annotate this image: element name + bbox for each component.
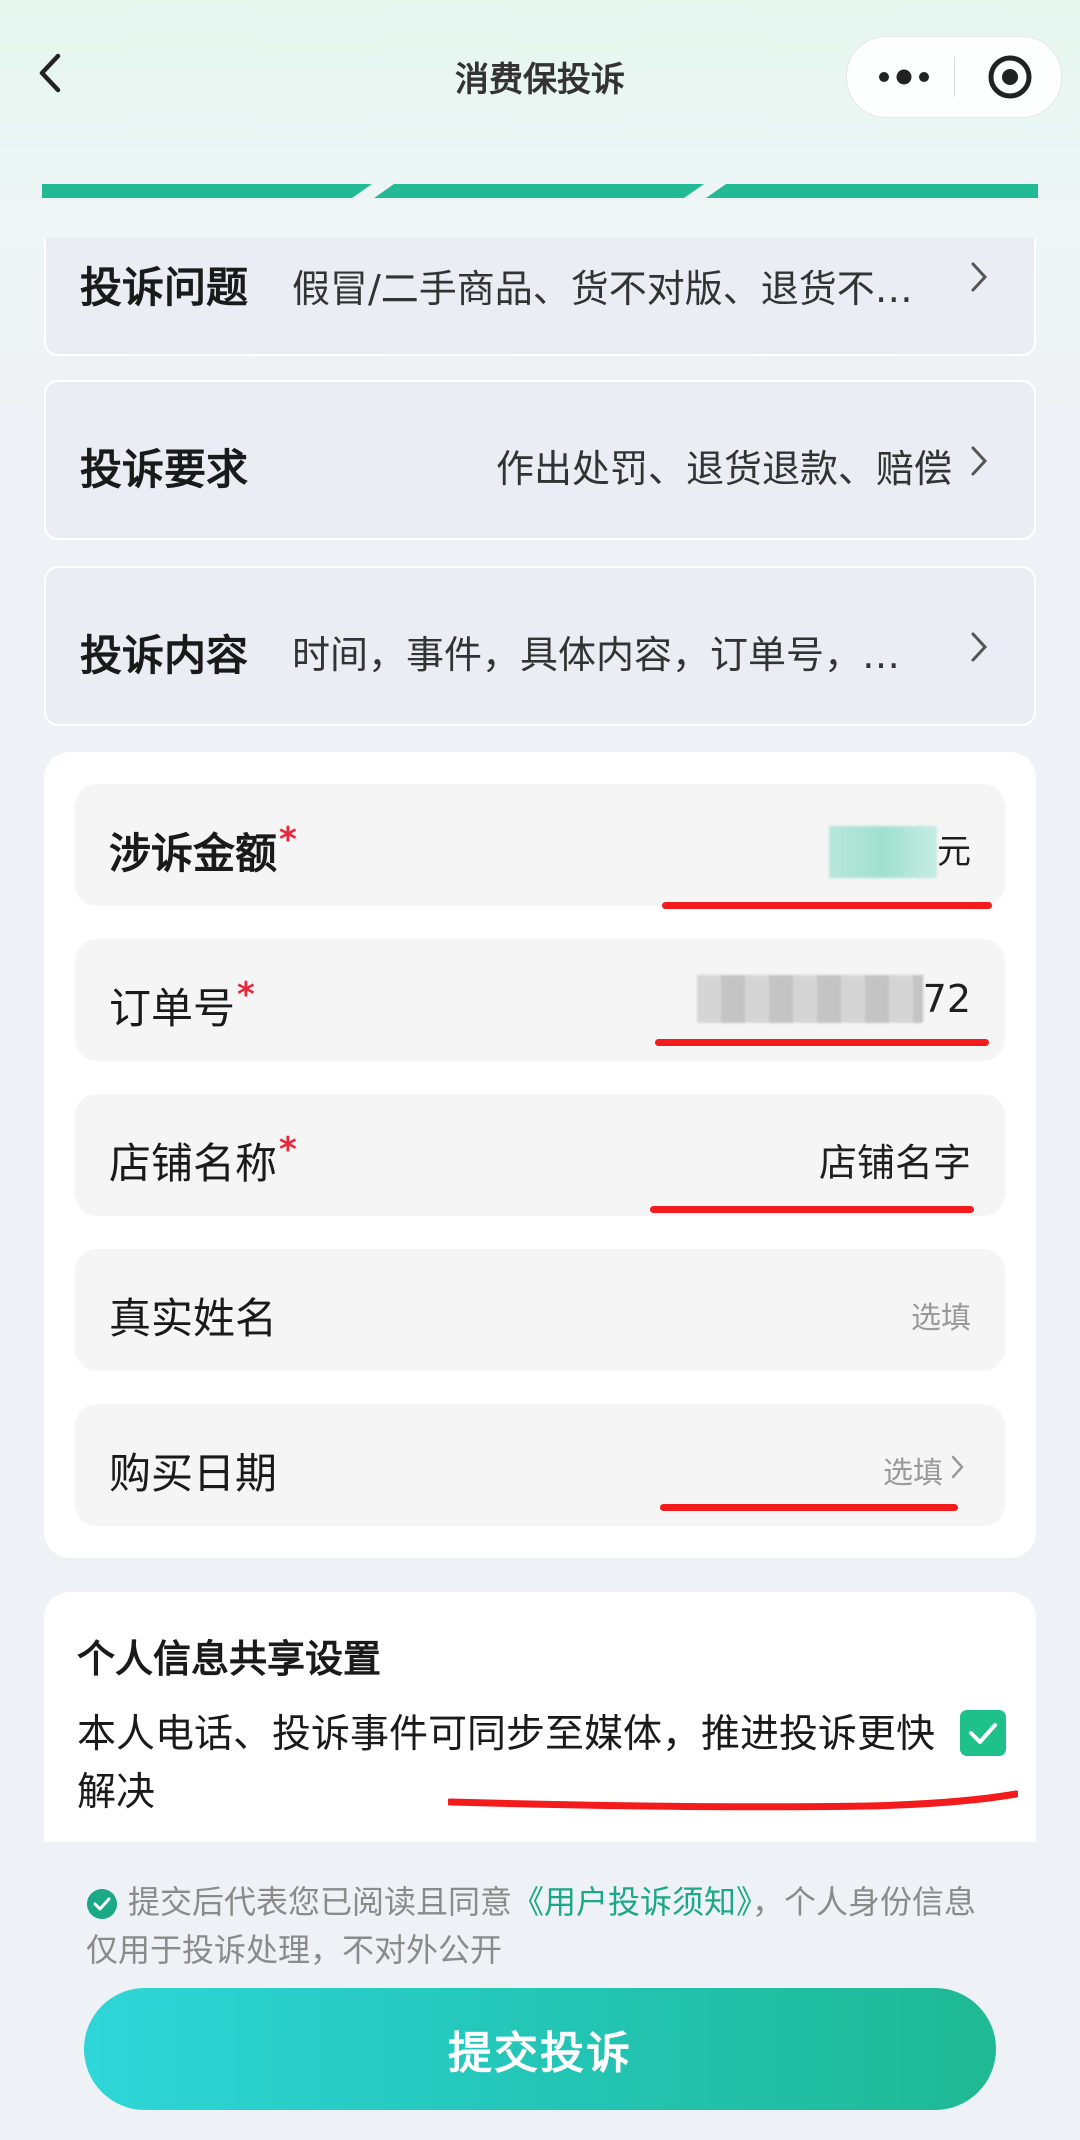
close-miniprogram-icon[interactable] — [986, 53, 1034, 101]
chevron-right-icon — [971, 262, 988, 292]
complaint-demand-value: 作出处罚、退货退款、赔偿 — [495, 447, 952, 491]
complaint-issue-label: 投诉问题 — [80, 263, 249, 312]
mini-program-capsule — [846, 36, 1062, 118]
red-underline-annotation — [662, 902, 992, 909]
order-number-suffix: 72 — [922, 977, 971, 1021]
user-complaint-notice-link[interactable]: 《用户投诉须知》 — [512, 1883, 752, 1921]
sharing-checkbox[interactable] — [960, 1710, 1006, 1756]
order-number-redacted — [697, 975, 923, 1023]
chevron-right-icon — [971, 632, 988, 662]
chevron-right-icon — [951, 1455, 964, 1479]
shop-name-field[interactable]: 店铺名称* 店铺名字 — [75, 1094, 1005, 1216]
amount-label: 涉诉金额* — [109, 820, 297, 878]
capsule-divider — [954, 57, 955, 97]
red-underline-annotation — [650, 1206, 974, 1213]
complaint-content-label: 投诉内容 — [80, 631, 249, 680]
complaint-demand-row[interactable]: 投诉要求 作出处罚、退货退款、赔偿 — [44, 380, 1036, 540]
step-progress-bar — [42, 184, 1038, 198]
purchase-date-field[interactable]: 购买日期 选填 — [75, 1404, 1005, 1526]
complaint-content-value: 时间，事件，具体内容，订单号，… — [292, 633, 901, 677]
order-number-field[interactable]: 订单号* 72 — [75, 939, 1005, 1061]
real-name-label: 真实姓名 — [109, 1294, 278, 1343]
amount-redacted — [829, 826, 937, 878]
agreement-text: 提交后代表您已阅读且同意《用户投诉须知》，个人身份信息仅用于投诉处理，不对外公开 — [86, 1883, 977, 1969]
chevron-right-icon — [971, 446, 988, 476]
complaint-issue-value: 假冒/二手商品、货不对版、退货不… — [292, 267, 913, 311]
real-name-placeholder: 选填 — [911, 1301, 971, 1336]
red-underline-annotation — [655, 1039, 989, 1046]
purchase-date-label: 购买日期 — [109, 1449, 278, 1498]
amount-unit: 元 — [937, 832, 971, 872]
submit-complaint-button[interactable]: 提交投诉 — [84, 1988, 996, 2110]
complaint-issue-row[interactable]: 投诉问题 假冒/二手商品、货不对版、退货不… — [44, 238, 1036, 356]
order-number-label: 订单号* — [109, 975, 255, 1033]
complaint-demand-label: 投诉要求 — [80, 445, 249, 494]
red-underline-annotation — [660, 1504, 958, 1511]
amount-field[interactable]: 涉诉金额* 元 — [75, 784, 1005, 909]
sharing-title: 个人信息共享设置 — [77, 1637, 382, 1681]
shop-name-label: 店铺名称* — [109, 1130, 297, 1188]
shop-name-value: 店铺名字 — [818, 1141, 971, 1185]
more-options-icon[interactable] — [877, 65, 931, 89]
real-name-field[interactable]: 真实姓名 选填 — [75, 1249, 1005, 1371]
purchase-date-placeholder: 选填 — [883, 1456, 943, 1491]
red-underline-annotation — [448, 1790, 1018, 1811]
checkmark-icon — [969, 1723, 997, 1744]
complaint-content-row[interactable]: 投诉内容 时间，事件，具体内容，订单号，… — [44, 566, 1036, 726]
